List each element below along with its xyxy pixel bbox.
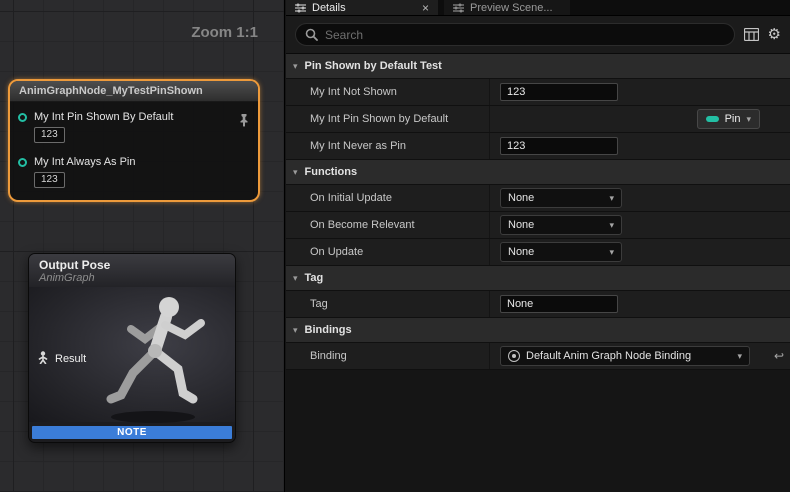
close-icon[interactable]: × [422,2,429,14]
chevron-down-icon: ▾ [609,193,614,204]
row-on-update: On Update None ▾ [286,239,790,266]
dropdown-value: Default Anim Graph Node Binding [526,350,691,362]
node-body: My Int Pin Shown By Default 123 My Int A… [10,102,258,200]
tab-bar: Details × Preview Scene... [286,0,790,16]
row-on-become-relevant: On Become Relevant None ▾ [286,212,790,239]
section-title: Functions [305,166,358,178]
pin-row: My Int Pin Shown By Default 123 [18,111,250,143]
property-label: Binding [286,343,490,369]
property-label: My Int Never as Pin [286,133,490,159]
chevron-down-icon: ▾ [737,351,742,362]
search-icon [305,28,318,41]
chevron-down-icon: ▾ [293,274,298,283]
section-pin-shown-by-default-test[interactable]: ▾ Pin Shown by Default Test [286,54,790,79]
chevron-down-icon: ▾ [609,220,614,231]
details-tab-icon [295,3,306,13]
dropdown-value: None [508,192,534,204]
note-badge[interactable]: NOTE [32,426,232,439]
pin-button-label: Pin [725,113,741,125]
row-my-int-not-shown: My Int Not Shown [286,79,790,106]
property-label: Tag [286,291,490,317]
tab-label: Details [312,2,346,14]
row-my-int-never-as-pin: My Int Never as Pin [286,133,790,160]
pose-pin-icon [37,351,49,367]
section-tag[interactable]: ▾ Tag [286,266,790,291]
chevron-down-icon: ▾ [293,326,298,335]
pin-value-field[interactable]: 123 [34,127,65,143]
row-binding: Binding Default Anim Graph Node Binding … [286,343,790,370]
section-bindings[interactable]: ▾ Bindings [286,318,790,343]
anim-graph-node[interactable]: AnimGraphNode_MyTestPinShown My Int Pin … [8,79,260,202]
int-pin-icon[interactable] [18,113,27,122]
gear-icon[interactable]: ⚙ [768,27,781,42]
dropdown-value: None [508,246,534,258]
zoom-level-label: Zoom 1:1 [191,24,258,41]
pin-label: My Int Pin Shown By Default [34,111,173,123]
binding-icon [508,350,520,362]
property-label: On Update [286,239,490,265]
section-title: Bindings [305,324,352,336]
dropdown-value: None [508,219,534,231]
output-pose-node[interactable]: Output Pose AnimGraph [28,253,236,443]
row-my-int-pin-shown-by-default: My Int Pin Shown by Default Pin ▾ [286,106,790,133]
int-pin-icon[interactable] [18,158,27,167]
pin-row: My Int Always As Pin 123 [18,156,250,188]
on-update-dropdown[interactable]: None ▾ [500,242,622,262]
row-tag: Tag [286,291,790,318]
tag-input[interactable] [500,295,618,313]
node-preview: Result [29,287,235,422]
node-title: Output Pose [39,258,225,272]
result-pin[interactable]: Result [37,351,86,367]
display-settings-icon[interactable] [744,28,759,41]
pin-value-field[interactable]: 123 [34,172,65,188]
chevron-down-icon: ▾ [293,168,298,177]
my-int-never-as-pin-input[interactable] [500,137,618,155]
pin-label: My Int Always As Pin [34,156,135,168]
search-input[interactable] [325,28,725,42]
pushpin-icon[interactable] [238,113,250,132]
property-label: My Int Pin Shown by Default [286,106,490,132]
on-become-relevant-dropdown[interactable]: None ▾ [500,215,622,235]
preview-scene-tab-icon [453,3,464,13]
mannequin-figure [81,289,231,424]
details-toolbar: ⚙ [286,16,790,54]
node-title[interactable]: AnimGraphNode_MyTestPinShown [10,81,258,102]
reset-to-default-icon[interactable]: ↩ [774,349,784,363]
chevron-down-icon: ▾ [293,62,298,71]
node-header[interactable]: Output Pose AnimGraph [29,254,235,287]
row-on-initial-update: On Initial Update None ▾ [286,185,790,212]
tab-preview-scene[interactable]: Preview Scene... [444,0,570,15]
pin-mode-dropdown-button[interactable]: Pin ▾ [697,109,760,129]
chevron-down-icon: ▾ [746,114,751,125]
property-label: On Initial Update [286,185,490,211]
node-subtitle: AnimGraph [39,272,225,284]
binding-dropdown[interactable]: Default Anim Graph Node Binding ▾ [500,346,750,366]
property-list: ▾ Pin Shown by Default Test My Int Not S… [286,54,790,492]
pin-icon [706,116,719,122]
my-int-not-shown-input[interactable] [500,83,618,101]
section-title: Pin Shown by Default Test [305,60,442,72]
property-label: My Int Not Shown [286,79,490,105]
tab-details[interactable]: Details × [286,0,438,15]
section-title: Tag [305,272,324,284]
unreal-editor-window: Zoom 1:1 AnimGraphNode_MyTestPinShown My… [0,0,790,492]
anim-graph-canvas[interactable]: Zoom 1:1 AnimGraphNode_MyTestPinShown My… [0,0,285,492]
result-pin-label: Result [55,353,86,365]
section-functions[interactable]: ▾ Functions [286,160,790,185]
details-panel: Details × Preview Scene... ⚙ [286,0,790,492]
tab-label: Preview Scene... [470,2,553,14]
search-box[interactable] [295,23,735,46]
on-initial-update-dropdown[interactable]: None ▾ [500,188,622,208]
chevron-down-icon: ▾ [609,247,614,258]
property-label: On Become Relevant [286,212,490,238]
